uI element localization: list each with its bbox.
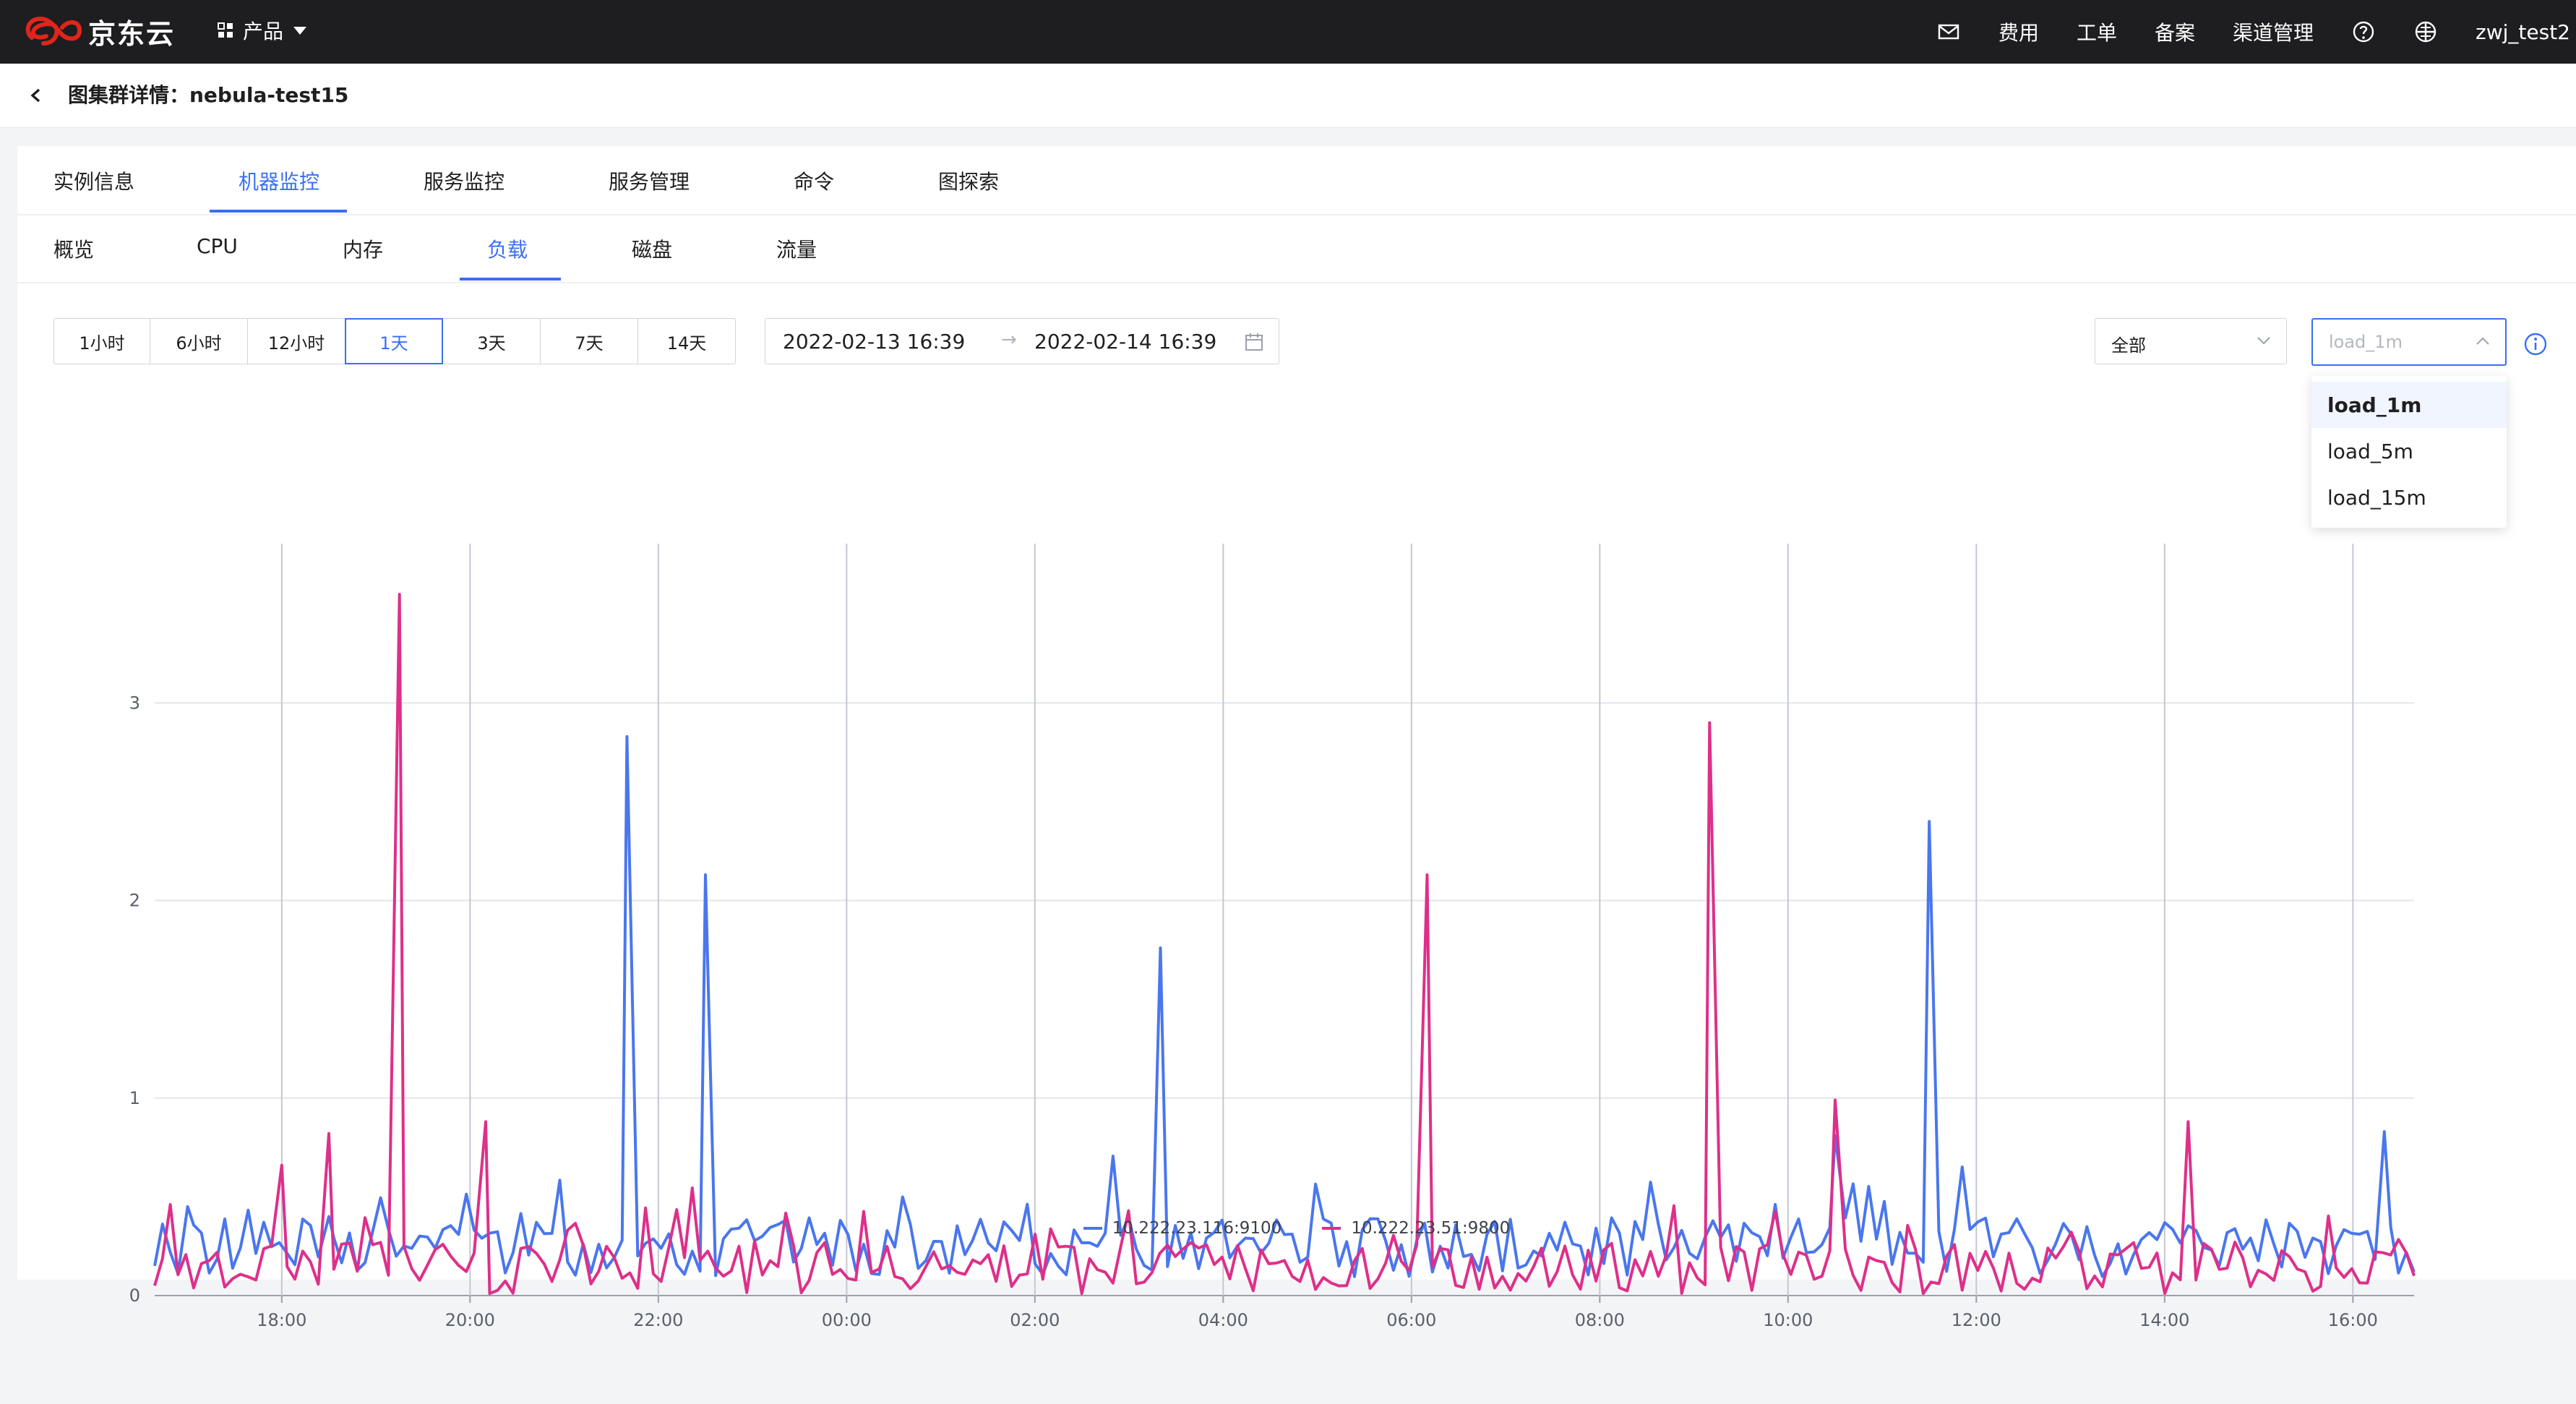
metric-select-value: load_1m	[2329, 332, 2403, 352]
legend-item[interactable]: 10.222.23.51:9800	[1322, 1219, 1510, 1238]
chart-legend: 10.222.23.116:9100 10.222.23.51:9800	[17, 1219, 2576, 1238]
metric-select[interactable]: load_1m	[2311, 318, 2507, 366]
top-nav-right: 费用 工单 备案 渠道管理 zwj_test2	[1918, 0, 2576, 64]
option-load-1m[interactable]: load_1m	[2311, 382, 2507, 428]
subtab-disk[interactable]: 磁盘	[632, 234, 672, 263]
tab-commands[interactable]: 命令	[794, 166, 834, 195]
range-3d-button[interactable]: 3天	[442, 318, 541, 364]
active-tab-indicator	[210, 210, 347, 213]
option-load-5m[interactable]: load_5m	[2311, 428, 2507, 474]
products-menu[interactable]: 产品	[217, 16, 307, 45]
host-select-value: 全部	[2111, 335, 2146, 356]
tab-service-monitor[interactable]: 服务监控	[424, 166, 505, 195]
x-tick-label: 06:00	[1386, 1310, 1436, 1330]
page-title: 图集群详情：nebula-test15	[68, 83, 349, 107]
logo-text: 京东云	[88, 17, 176, 50]
x-tick-label: 10:00	[1763, 1310, 1813, 1330]
legend-label: 10.222.23.116:9100	[1112, 1219, 1282, 1238]
option-load-15m[interactable]: load_15m	[2311, 474, 2507, 521]
calendar-icon	[1245, 333, 1263, 351]
tab-instance-info[interactable]: 实例信息	[53, 166, 134, 195]
range-1h-button[interactable]: 1小时	[53, 318, 150, 364]
x-tick-label: 20:00	[445, 1310, 495, 1330]
metric-dropdown: load_1m load_5m load_15m	[2311, 376, 2507, 528]
subtab-traffic[interactable]: 流量	[776, 234, 817, 263]
globe-icon[interactable]	[2413, 20, 2438, 44]
top-navbar: 京东云 产品 费用 工单 备案 渠道管理 zwj_test2	[0, 0, 2576, 64]
date-range-picker[interactable]: 2022-02-13 16:39 → 2022-02-14 16:39	[765, 318, 1279, 364]
series-line-1	[153, 735, 2416, 1278]
subtab-load[interactable]: 负载	[487, 234, 528, 263]
nav-tickets[interactable]: 工单	[2077, 17, 2117, 46]
y-tick-label: 2	[129, 891, 140, 911]
range-7d-button[interactable]: 7天	[540, 318, 638, 364]
subtab-overview[interactable]: 概览	[53, 234, 94, 263]
user-menu[interactable]: zwj_test2	[2476, 20, 2570, 44]
legend-label: 10.222.23.51:9800	[1351, 1219, 1511, 1238]
date-start[interactable]: 2022-02-13 16:39	[783, 330, 965, 354]
products-label: 产品	[243, 20, 284, 43]
x-tick-label: 18:00	[257, 1310, 306, 1330]
secondary-tabs: 概览 CPU 内存 负载 磁盘 流量	[17, 215, 2576, 283]
range-6h-button[interactable]: 6小时	[150, 318, 248, 364]
primary-tabs: 实例信息 机器监控 服务监控 服务管理 命令 图探索	[17, 146, 2576, 215]
nav-billing[interactable]: 费用	[1998, 17, 2039, 46]
grid-icon	[218, 22, 233, 38]
logo[interactable]: 京东云	[22, 10, 175, 52]
legend-item[interactable]: 10.222.23.116:9100	[1083, 1219, 1282, 1238]
range-1d-button[interactable]: 1天	[345, 318, 443, 364]
main-card: 实例信息 机器监控 服务监控 服务管理 命令 图探索 概览 CPU 内存 负载 …	[17, 146, 2576, 1330]
nav-channel[interactable]: 渠道管理	[2233, 17, 2314, 46]
host-select[interactable]: 全部	[2095, 318, 2287, 364]
x-tick-label: 02:00	[1010, 1310, 1060, 1330]
y-tick-label: 0	[129, 1285, 140, 1306]
x-tick-label: 00:00	[822, 1310, 872, 1330]
active-subtab-indicator	[460, 278, 561, 281]
legend-swatch	[1083, 1227, 1102, 1230]
subtab-cpu[interactable]: CPU	[197, 234, 238, 258]
x-tick-label: 14:00	[2139, 1310, 2189, 1330]
tab-machine-monitor[interactable]: 机器监控	[239, 166, 319, 195]
tab-graph-explore[interactable]: 图探索	[938, 166, 999, 195]
help-icon[interactable]	[2351, 20, 2376, 44]
range-12h-button[interactable]: 12小时	[247, 318, 345, 364]
mail-icon[interactable]	[1936, 20, 1961, 44]
x-tick-label: 12:00	[1952, 1310, 2001, 1330]
y-tick-label: 1	[129, 1088, 140, 1108]
legend-swatch	[1322, 1227, 1341, 1230]
info-icon[interactable]	[2523, 331, 2549, 357]
tab-service-manage[interactable]: 服务管理	[609, 166, 690, 195]
jdcloud-logo-icon	[25, 16, 82, 46]
time-range-group: 1小时 6小时 12小时 1天 3天 7天 14天	[53, 318, 736, 366]
nav-icp[interactable]: 备案	[2155, 17, 2195, 46]
back-arrow-icon[interactable]	[25, 81, 46, 110]
x-tick-label: 08:00	[1575, 1310, 1625, 1330]
y-tick-label: 3	[129, 693, 140, 713]
x-tick-label: 04:00	[1198, 1310, 1248, 1330]
chevron-down-icon	[2257, 337, 2270, 345]
range-14d-button[interactable]: 14天	[637, 318, 736, 364]
chevron-up-icon	[2476, 337, 2489, 345]
subtab-memory[interactable]: 内存	[343, 234, 383, 263]
page-header: 图集群详情：nebula-test15	[0, 64, 2576, 128]
date-arrow: →	[1001, 329, 1017, 351]
caret-down-icon	[293, 26, 307, 35]
series-line-2	[153, 593, 2416, 1296]
x-tick-label: 16:00	[2328, 1310, 2378, 1330]
x-tick-label: 22:00	[633, 1310, 683, 1330]
date-end[interactable]: 2022-02-14 16:39	[1034, 330, 1216, 354]
load-line-chart: 0 1 2 3 18:00 20:00 22:00 00:00 02:00 04:00 06:00 0…	[129, 544, 2416, 1330]
